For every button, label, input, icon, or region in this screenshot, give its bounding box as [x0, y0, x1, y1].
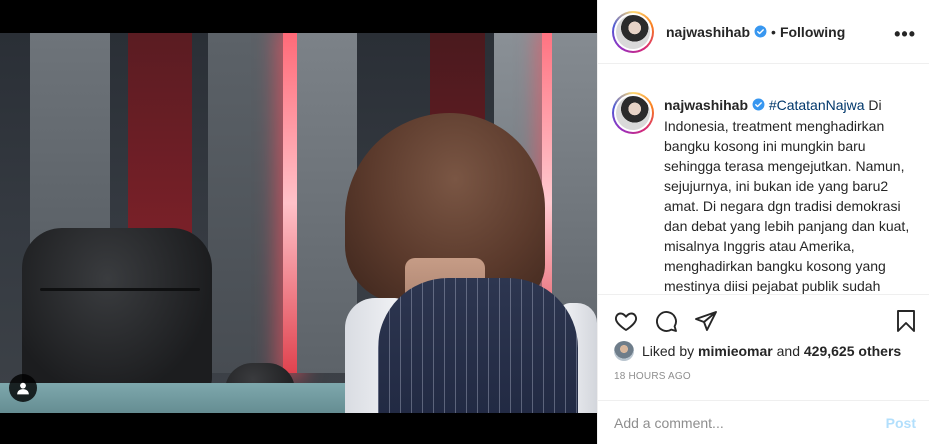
- post-sidebar: najwashihab • Following ••• najwashihab …: [597, 0, 929, 444]
- bookmark-icon[interactable]: [894, 309, 918, 338]
- hashtag-link[interactable]: #CatatanNajwa: [769, 97, 865, 113]
- caption-body: Di Indonesia, treatment menghadirkan ban…: [664, 97, 910, 294]
- more-options-icon[interactable]: •••: [894, 24, 916, 45]
- heart-icon[interactable]: [614, 309, 638, 338]
- chair-seam: [40, 288, 200, 291]
- avatar[interactable]: [612, 92, 654, 134]
- likes-user-link[interactable]: mimieomar: [698, 343, 773, 359]
- comment-bar: Post: [598, 400, 929, 444]
- post-media[interactable]: [0, 0, 597, 444]
- likes-count-link[interactable]: 429,625 others: [804, 343, 901, 359]
- separator: •: [771, 23, 776, 40]
- verified-badge-icon: [752, 96, 765, 116]
- background-panel: [208, 33, 283, 373]
- caption-text: najwashihab #CatatanNajwa Di Indonesia, …: [664, 95, 914, 294]
- share-icon[interactable]: [694, 309, 718, 338]
- likes-summary: Liked by mimieomar and 429,625 others: [614, 340, 901, 362]
- post-header: najwashihab • Following •••: [598, 0, 929, 64]
- following-button[interactable]: Following: [780, 24, 845, 40]
- empty-chair: [22, 228, 212, 398]
- background-light: [283, 33, 297, 373]
- header-username[interactable]: najwashihab: [666, 24, 750, 40]
- verified-badge-icon: [754, 25, 767, 38]
- presenter-vest: [378, 278, 578, 413]
- caption-area: najwashihab #CatatanNajwa Di Indonesia, …: [598, 86, 929, 294]
- caption-username[interactable]: najwashihab: [664, 97, 748, 113]
- comment-icon[interactable]: [654, 309, 678, 338]
- avatar[interactable]: [612, 10, 654, 53]
- person-icon[interactable]: [9, 374, 37, 402]
- post-timestamp[interactable]: 18 HOURS AGO: [614, 371, 691, 382]
- likes-conjunction: and: [776, 343, 800, 359]
- post-button[interactable]: Post: [886, 415, 916, 431]
- avatar[interactable]: [614, 341, 634, 361]
- likes-prefix: Liked by: [642, 343, 695, 359]
- post-video-frame[interactable]: [0, 33, 597, 413]
- comment-input[interactable]: [614, 407, 864, 438]
